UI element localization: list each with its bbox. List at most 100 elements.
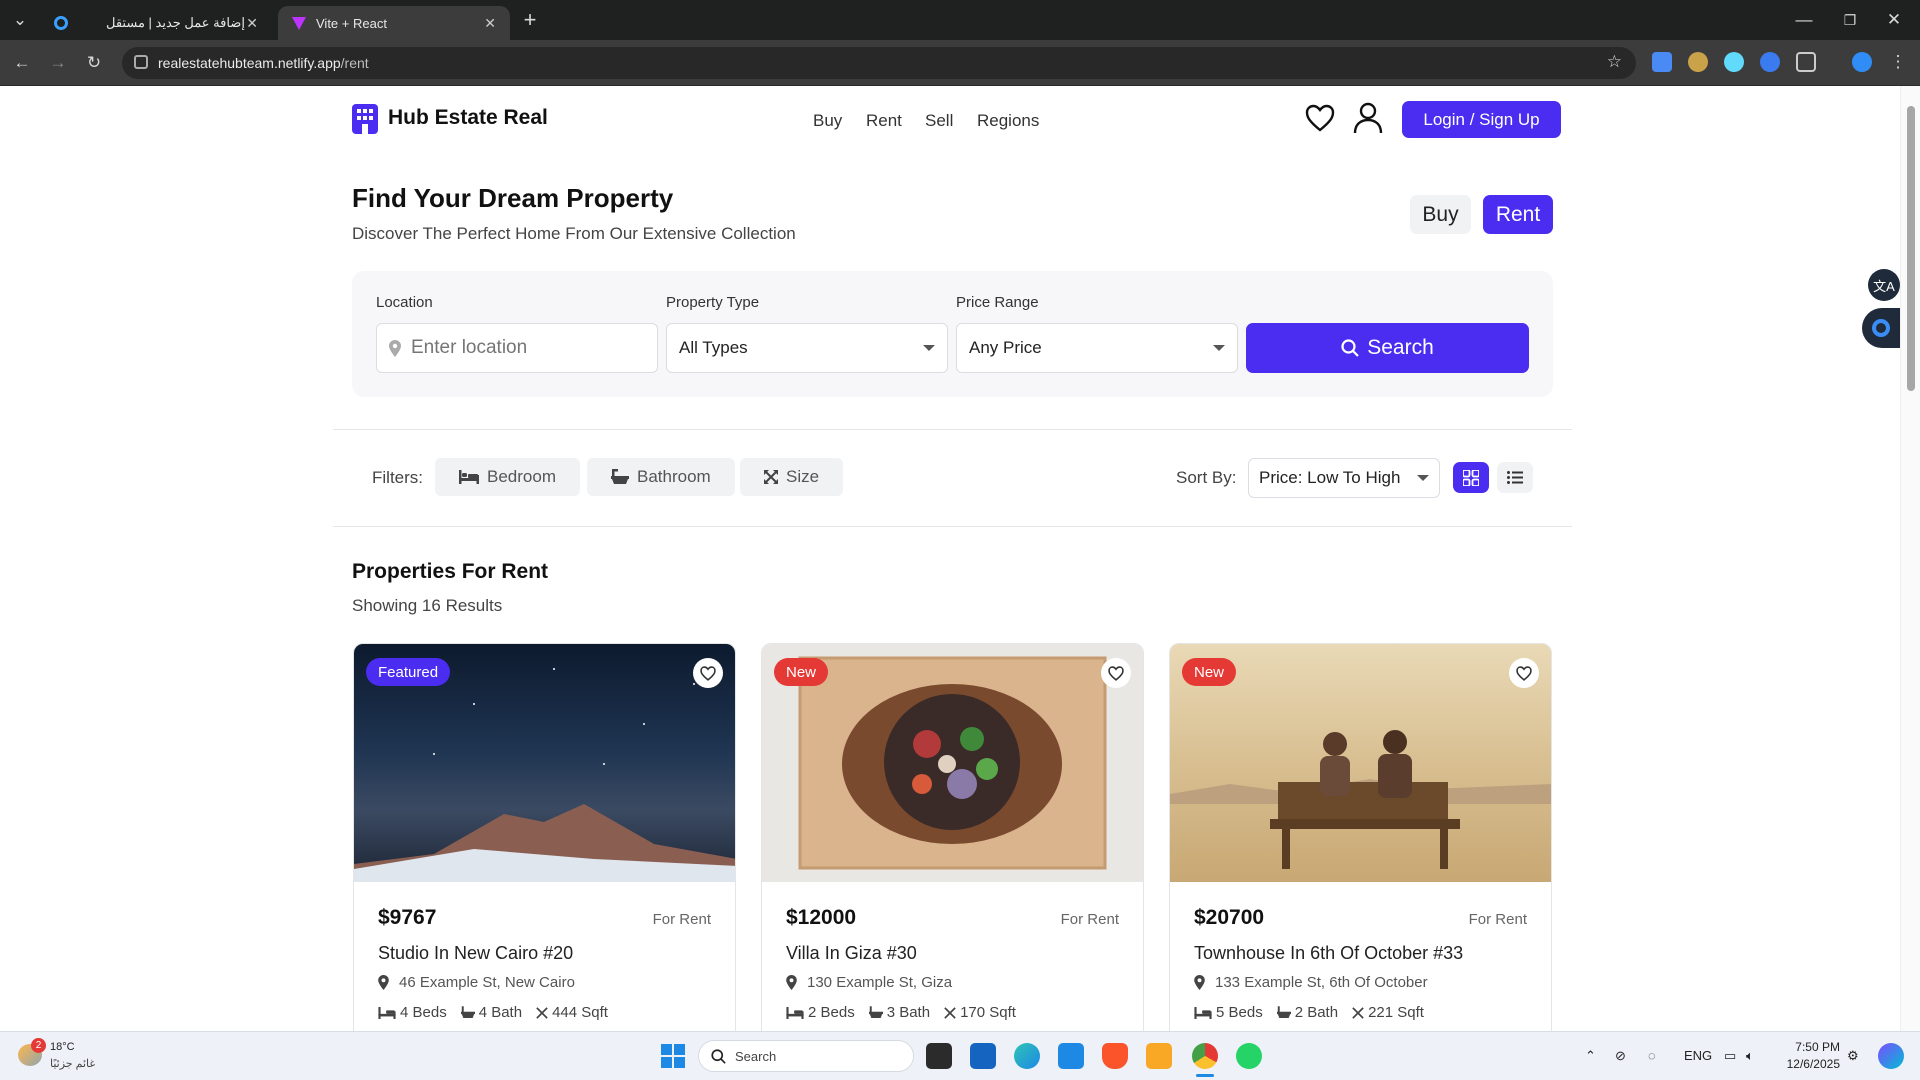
assistant-widget-icon[interactable]	[1862, 308, 1900, 348]
window-close-icon[interactable]: ✕	[1880, 6, 1908, 34]
toggle-rent-button[interactable]: Rent	[1483, 195, 1553, 234]
property-title[interactable]: Studio In New Cairo #20	[378, 943, 573, 964]
forward-icon[interactable]: →	[44, 49, 72, 77]
store-app-icon[interactable]	[970, 1043, 996, 1069]
tab-search-icon[interactable]: ⌄	[6, 6, 34, 34]
network-off-icon[interactable]: ⊘	[1615, 1048, 1626, 1064]
nav-rent[interactable]: Rent	[866, 111, 902, 131]
notifications-bell-icon[interactable]: ⚙	[1847, 1048, 1859, 1064]
react-devtools-icon[interactable]	[1724, 52, 1744, 72]
user-profile-icon[interactable]	[1353, 102, 1383, 139]
property-type-select[interactable]: All Types	[666, 323, 948, 373]
site-info-icon[interactable]	[134, 55, 148, 69]
tab-title: إضافة عمل جديد | مستقل	[106, 15, 245, 30]
property-address: 46 Example St, New Cairo	[378, 974, 575, 991]
baths-spec: 3 Bath	[868, 1004, 930, 1021]
divider	[333, 526, 1572, 527]
url-host: realestatehubteam.netlify.app	[158, 55, 341, 71]
reload-icon[interactable]: ↻	[80, 49, 108, 77]
close-icon[interactable]: ✕	[246, 15, 258, 32]
sort-select[interactable]: Price: Low To High	[1248, 458, 1440, 498]
minimize-icon[interactable]: —	[1790, 6, 1818, 34]
menu-kebab-icon[interactable]: ⋮	[1884, 48, 1912, 76]
clock-date[interactable]: 12/6/2025	[1772, 1057, 1840, 1071]
bed-icon	[1194, 1006, 1212, 1019]
nav-buy[interactable]: Buy	[813, 111, 842, 131]
heart-icon	[1108, 665, 1124, 681]
chrome-browser-icon[interactable]	[1192, 1043, 1218, 1069]
favorites-heart-icon[interactable]	[1305, 104, 1335, 137]
save-favorite-button[interactable]	[1509, 658, 1539, 688]
battery-saver-icon[interactable]: ◌	[1648, 1048, 1656, 1063]
save-favorite-button[interactable]	[1101, 658, 1131, 688]
windows-start-icon[interactable]	[661, 1044, 685, 1068]
bed-icon	[459, 470, 479, 484]
map-pin-icon	[378, 975, 389, 990]
featured-badge: Featured	[366, 658, 451, 686]
save-favorite-button[interactable]	[693, 658, 723, 688]
volume-icon[interactable]: 🔈︎	[1746, 1048, 1754, 1064]
location-field[interactable]	[376, 323, 658, 373]
property-title[interactable]: Villa In Giza #30	[786, 943, 917, 964]
extensions-puzzle-icon[interactable]	[1796, 52, 1816, 72]
translate-extension-icon[interactable]	[1652, 52, 1672, 72]
price-range-select[interactable]: Any Price	[956, 323, 1238, 373]
copilot-app-icon[interactable]	[1878, 1043, 1904, 1069]
taskbar-search[interactable]: Search	[698, 1040, 914, 1072]
display-icon[interactable]: ▭	[1724, 1048, 1736, 1064]
filter-bathroom-button[interactable]: Bathroom	[587, 458, 735, 496]
property-card[interactable]: Featured $9767 For Rent Studio In New Ca…	[353, 643, 736, 1031]
brave-browser-icon[interactable]	[1102, 1043, 1128, 1069]
extension-icon[interactable]	[1688, 52, 1708, 72]
terminal-app-icon[interactable]	[926, 1043, 952, 1069]
building-logo-icon	[352, 104, 378, 134]
login-signup-button[interactable]: Login / Sign Up	[1402, 101, 1561, 138]
browser-tab-bar: ⌄ إضافة عمل جديد | مستقل ✕ Vite + React …	[0, 0, 1920, 40]
profile-avatar[interactable]	[1852, 52, 1872, 72]
grid-view-button[interactable]	[1453, 462, 1489, 493]
badge-label: New	[786, 663, 817, 681]
scrollbar-thumb[interactable]	[1907, 106, 1915, 391]
notification-badge: 2	[31, 1038, 46, 1053]
tab-mostaql[interactable]: إضافة عمل جديد | مستقل ✕	[40, 6, 272, 40]
filter-size-button[interactable]: Size	[740, 458, 844, 496]
filters-label: Filters:	[372, 468, 423, 487]
property-card[interactable]: New $12000 For Rent Villa In Giza #30 13…	[761, 643, 1144, 1031]
nav-sell[interactable]: Sell	[925, 111, 953, 131]
vscode-app-icon[interactable]	[1058, 1043, 1084, 1069]
expand-arrows-icon	[944, 1006, 956, 1019]
property-status: For Rent	[652, 911, 711, 928]
filter-bedroom-button[interactable]: Bedroom	[435, 458, 580, 496]
property-title[interactable]: Townhouse In 6th Of October #33	[1194, 943, 1463, 964]
list-view-button[interactable]	[1497, 462, 1533, 493]
nav-regions[interactable]: Regions	[977, 111, 1039, 131]
back-icon[interactable]: ←	[8, 49, 36, 77]
edge-browser-icon[interactable]	[1014, 1043, 1040, 1069]
clock-time[interactable]: 7:50 PM	[1772, 1040, 1840, 1054]
restore-icon[interactable]: ❐	[1836, 6, 1864, 34]
extension-icon[interactable]	[1760, 52, 1780, 72]
whatsapp-app-icon[interactable]	[1236, 1043, 1262, 1069]
tray-overflow-icon[interactable]: ⌃	[1585, 1048, 1596, 1064]
toggle-buy-button[interactable]: Buy	[1410, 195, 1471, 234]
weather-temp[interactable]: 18°C	[50, 1041, 75, 1053]
close-icon[interactable]: ✕	[484, 15, 496, 32]
property-card[interactable]: New $20700 For Rent Townhouse In 6th Of …	[1169, 643, 1552, 1031]
file-explorer-icon[interactable]	[1146, 1043, 1172, 1069]
property-specs: 5 Beds 2 Bath 221 Sqft	[1194, 1004, 1424, 1021]
brand-name[interactable]: Hub Estate Real	[388, 106, 548, 130]
bath-icon	[868, 1006, 883, 1018]
input-language[interactable]: ENG	[1684, 1048, 1712, 1063]
location-input[interactable]	[411, 337, 641, 359]
map-pin-icon	[1194, 975, 1205, 990]
translate-widget-icon[interactable]: 文A	[1868, 269, 1900, 301]
page-subtitle: Discover The Perfect Home From Our Exten…	[352, 224, 796, 243]
baths-spec: 4 Bath	[460, 1004, 522, 1021]
new-tab-button[interactable]: +	[516, 6, 544, 34]
bookmark-star-icon[interactable]: ☆	[1607, 52, 1622, 72]
address-bar[interactable]: realestatehubteam.netlify.app/rent ☆	[122, 47, 1636, 79]
address-text: 130 Example St, Giza	[807, 974, 953, 991]
search-button[interactable]: Search	[1246, 323, 1529, 373]
page-scrollbar[interactable]	[1900, 86, 1920, 1031]
tab-vite-react[interactable]: Vite + React ✕	[278, 6, 510, 40]
